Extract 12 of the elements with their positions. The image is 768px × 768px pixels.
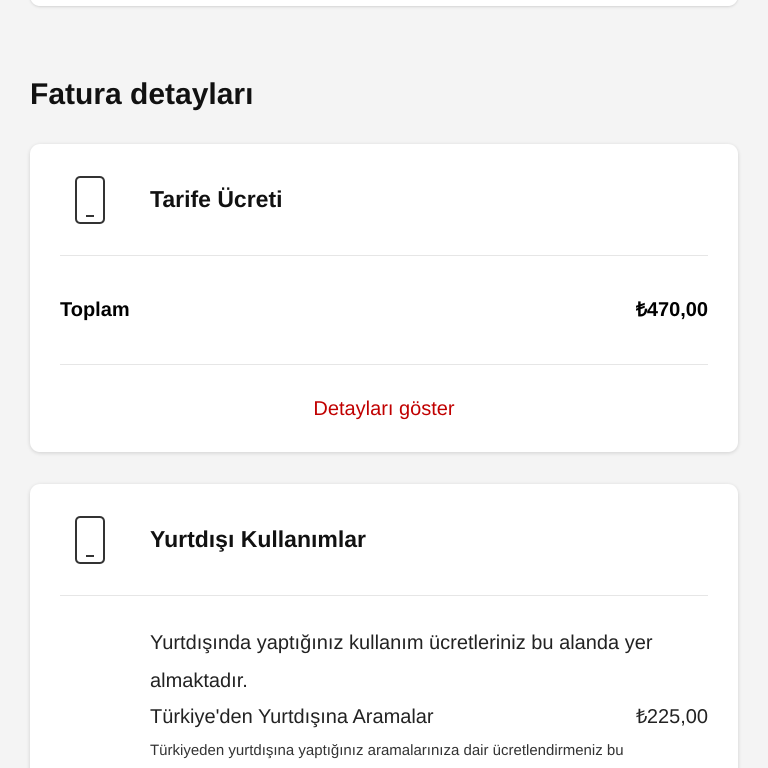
card-title: Tarife Ücreti bbox=[150, 185, 283, 214]
phone-icon bbox=[74, 174, 106, 224]
section-title: Fatura detayları bbox=[30, 77, 254, 113]
total-value: ₺470,00 bbox=[636, 298, 708, 323]
phone-icon bbox=[74, 514, 106, 564]
show-details-link[interactable]: Detayları göster bbox=[313, 394, 455, 424]
total-label: Toplam bbox=[60, 298, 130, 323]
item-value: ₺225,00 bbox=[636, 705, 708, 730]
card-title: Yurtdışı Kullanımlar bbox=[150, 525, 366, 554]
item-note: Türkiyeden yurtdışına yaptığınız aramalarınıza dair ücretlendirmeniz bu bbox=[150, 741, 625, 761]
item-label: Türkiye'den Yurtdışına Aramalar bbox=[150, 705, 434, 730]
description-text: Yurtdışında yaptığınız kullanım ücretleriniz bu alanda yer almaktadır. bbox=[150, 631, 654, 694]
